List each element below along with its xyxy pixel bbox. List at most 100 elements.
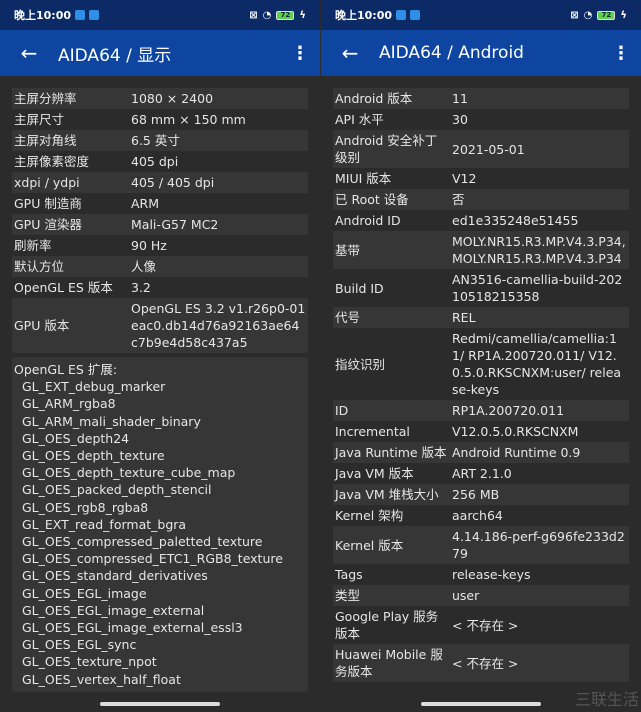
- back-arrow-icon[interactable]: ←: [0, 41, 58, 65]
- info-row: Android 安全补丁级别 2021-05-01: [333, 130, 629, 168]
- battery-icon: 72: [597, 10, 616, 20]
- info-value: 90 Hz: [131, 238, 167, 253]
- more-options-icon[interactable]: ⋮: [280, 43, 320, 64]
- info-label: 主屏尺寸: [14, 112, 65, 127]
- info-value: V12.0.5.0.RKSCNXM: [452, 424, 579, 439]
- info-row: OpenGL ES 版本 3.2: [12, 277, 308, 298]
- upload-icon: [396, 10, 407, 20]
- home-indicator[interactable]: [421, 702, 541, 706]
- info-row: GPU 制造商 ARM: [12, 193, 308, 214]
- info-label: 主屏分辨率: [14, 91, 77, 106]
- extensions-title: OpenGL ES 扩展:: [14, 362, 118, 377]
- android-panel: 晚上10:00 ⊠ ◔ 72 ϟ ← AIDA64 / Android ⋮ Andro…: [321, 0, 641, 712]
- info-label: 默认方位: [14, 259, 65, 274]
- info-value: 2021-05-01: [452, 141, 525, 157]
- info-row: Android ID ed1e335248e51455: [333, 210, 629, 231]
- display-panel: 晚上10:00 ⊠ ◔ 72 ϟ ← AIDA64 / 显示 ⋮ 主屏分辨率 1080 …: [0, 0, 320, 712]
- info-label: Android ID: [335, 213, 401, 228]
- info-label: OpenGL ES 版本: [14, 280, 113, 295]
- extension-item: GL_ARM_rgba8: [22, 396, 116, 412]
- info-label: GPU 版本: [14, 318, 70, 333]
- extension-item: GL_OES_compressed_ETC1_RGB8_texture: [22, 551, 283, 567]
- info-label: xdpi / ydpi: [14, 175, 80, 190]
- info-label: Incremental: [335, 424, 410, 439]
- info-label: Java Runtime 版本: [335, 445, 447, 460]
- watermark: 三联生活: [574, 690, 639, 709]
- info-label: Tags: [335, 567, 363, 582]
- status-bar: 晚上10:00 ⊠ ◔ 72 ϟ: [0, 0, 320, 30]
- info-row: Build ID AN3516-camellia-build-2021051821…: [333, 269, 629, 307]
- info-row: Tags release-keys: [333, 564, 629, 585]
- info-row: 刷新率 90 Hz: [12, 235, 308, 256]
- info-value: aarch64: [452, 508, 503, 523]
- info-row: 类型 user: [333, 585, 629, 606]
- more-options-icon[interactable]: ⋮: [601, 43, 641, 64]
- info-value: < 不存在 >: [452, 655, 519, 671]
- extension-item: GL_OES_depth_texture_cube_map: [22, 465, 236, 481]
- info-row: Incremental V12.0.5.0.RKSCNXM: [333, 421, 629, 442]
- info-value: ARM: [131, 196, 160, 211]
- sim-icon: ⊠: [249, 9, 258, 21]
- info-label: Kernel 架构: [335, 508, 404, 523]
- info-value: 11: [452, 91, 468, 106]
- extension-item: GL_OES_vertex_half_float: [22, 671, 181, 687]
- page-title: AIDA64 / 显示: [58, 45, 172, 66]
- info-row: 指纹识别 Redmi/camellia/camellia:11/ RP1A.200…: [333, 328, 629, 400]
- info-value: user: [452, 588, 480, 603]
- extension-item: GL_OES_EGL_image_external: [22, 602, 205, 618]
- info-value: < 不存在 >: [452, 617, 519, 633]
- info-row: 基带 MOLY.NR15.R3.MP.V4.3.P34, MOLY.NR15.R3…: [333, 231, 629, 269]
- info-value: ed1e335248e51455: [452, 213, 579, 228]
- extension-item: GL_OES_depth24: [22, 430, 130, 446]
- info-row: 代号 REL: [333, 307, 629, 328]
- info-label: 已 Root 设备: [335, 192, 409, 207]
- wifi-icon: ◔: [583, 9, 593, 21]
- info-row: Google Play 服务版本 < 不存在 >: [333, 606, 629, 644]
- info-value: 人像: [131, 259, 157, 274]
- info-value: 1080 × 2400: [131, 91, 214, 106]
- home-indicator[interactable]: [100, 702, 220, 706]
- extension-item: GL_OES_EGL_image: [22, 585, 147, 601]
- status-time: 晚上10:00: [335, 9, 393, 22]
- opengl-extensions-box: OpenGL ES 扩展: GL_EXT_debug_marker GL_ARM_…: [12, 357, 308, 692]
- info-label: MIUI 版本: [335, 171, 392, 186]
- extension-item: GL_OES_compressed_paletted_texture: [22, 534, 263, 550]
- cloud-icon: [410, 10, 421, 20]
- info-label: Java VM 版本: [335, 466, 414, 481]
- cloud-icon: [89, 10, 100, 20]
- info-value: Redmi/camellia/camellia:11/ RP1A.200720.…: [452, 331, 622, 397]
- extension-item: GL_OES_standard_derivatives: [22, 568, 208, 584]
- info-label: Android 安全补丁级别: [335, 133, 438, 165]
- info-row: xdpi / ydpi 405 / 405 dpi: [12, 172, 308, 193]
- app-toolbar: ← AIDA64 / Android ⋮: [321, 30, 641, 76]
- info-value: ART 2.1.0: [452, 466, 512, 481]
- back-arrow-icon[interactable]: ←: [321, 41, 379, 65]
- info-row: Kernel 架构 aarch64: [333, 505, 629, 526]
- android-info-list: Android 版本 11 API 水平 30 Android 安全补丁级别 2021-0…: [333, 88, 629, 682]
- info-label: ID: [335, 403, 349, 418]
- display-info-list: 主屏分辨率 1080 × 2400 主屏尺寸 68 mm × 150 mm 主屏对角线 6…: [12, 88, 308, 353]
- info-label: API 水平: [335, 112, 384, 127]
- info-value: AN3516-camellia-build-20210518215358: [452, 272, 623, 304]
- info-value: OpenGL ES 3.2 v1.r26p0-01eac0.db14d76a92…: [131, 301, 306, 350]
- info-row: Huawei Mobile 服务版本 < 不存在 >: [333, 644, 629, 682]
- info-label: Build ID: [335, 280, 384, 296]
- info-label: Android 版本: [335, 91, 413, 106]
- extension-item: GL_OES_rgb8_rgba8: [22, 499, 149, 515]
- info-row: API 水平 30: [333, 109, 629, 130]
- info-label: GPU 制造商: [14, 196, 82, 211]
- info-row: MIUI 版本 V12: [333, 168, 629, 189]
- info-label: 主屏像素密度: [14, 154, 90, 169]
- info-row: 主屏分辨率 1080 × 2400: [12, 88, 308, 109]
- extension-item: GL_OES_packed_depth_stencil: [22, 482, 212, 498]
- info-value: 405 dpi: [131, 154, 179, 169]
- info-label: 刷新率: [14, 238, 52, 253]
- info-row: ID RP1A.200720.011: [333, 400, 629, 421]
- info-row: Java VM 堆栈大小 256 MB: [333, 484, 629, 505]
- info-label: 基带: [335, 242, 361, 258]
- info-label: GPU 渲染器: [14, 217, 82, 232]
- info-label: 类型: [335, 588, 361, 603]
- info-value: Mali-G57 MC2: [131, 217, 219, 232]
- info-label: 代号: [335, 310, 361, 325]
- info-row: 主屏对角线 6.5 英寸: [12, 130, 308, 151]
